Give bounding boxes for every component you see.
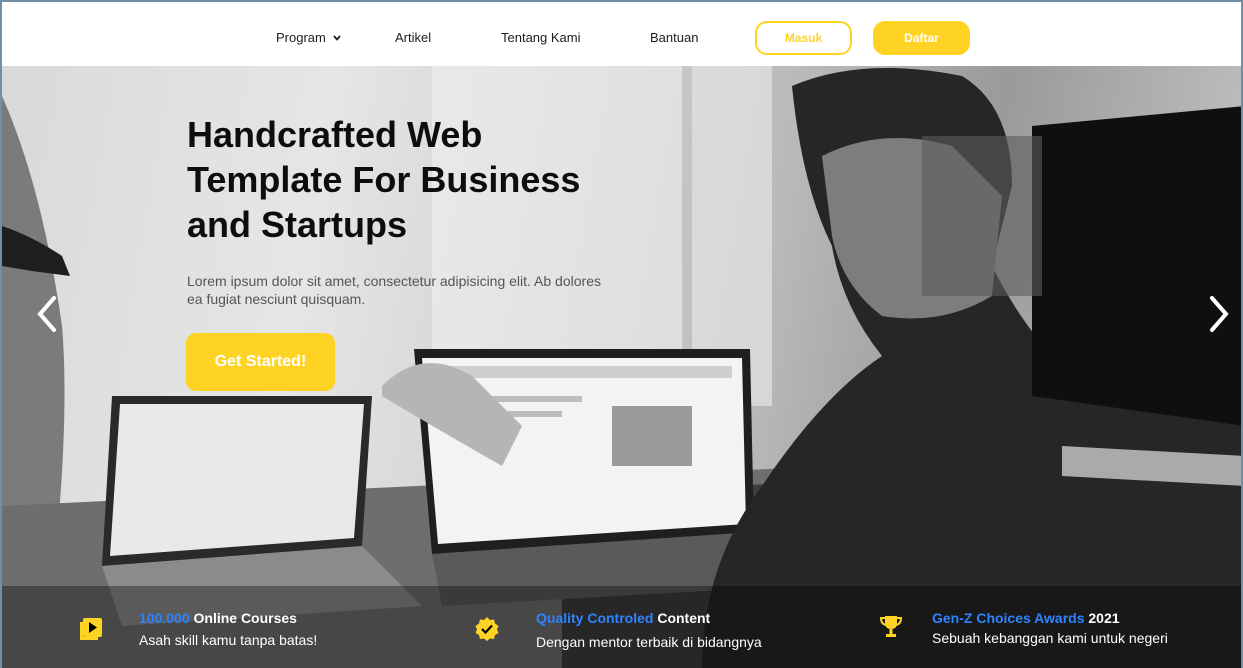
chevron-left-icon[interactable] xyxy=(34,294,60,334)
feature-title-highlight: Quality Controled xyxy=(536,610,654,626)
feature-title-rest: 2021 xyxy=(1084,610,1120,626)
get-started-button[interactable]: Get Started! xyxy=(186,333,335,391)
feature-title: 100.000 Online Courses xyxy=(139,609,297,627)
chevron-right-icon[interactable] xyxy=(1206,294,1232,334)
feature-description: Dengan mentor terbaik di bidangnya xyxy=(536,634,762,650)
feature-title-highlight: Gen-Z Choices Awards xyxy=(932,610,1085,626)
feature-title: Gen-Z Choices Awards 2021 xyxy=(932,609,1120,627)
feature-title: Quality Controled Content xyxy=(536,609,710,627)
trophy-icon xyxy=(879,616,903,637)
hero-title: Handcrafted Web Template For Business an… xyxy=(187,114,581,245)
navbar: Program Artikel Tentang Kami Bantuan Mas… xyxy=(0,0,1243,66)
register-button[interactable]: Daftar xyxy=(873,21,970,55)
feature-title-rest: Content xyxy=(653,610,711,626)
nav-item-bantuan[interactable]: Bantuan xyxy=(650,30,698,46)
login-button[interactable]: Masuk xyxy=(755,21,852,55)
nav-item-program-label: Program xyxy=(276,30,326,45)
feature-title-highlight: 100.000 xyxy=(139,610,190,626)
nav-item-program[interactable]: Program xyxy=(276,30,342,46)
verified-badge-icon xyxy=(475,617,499,641)
hero-subtitle: Lorem ipsum dolor sit amet, consectetur … xyxy=(187,273,601,307)
feature-title-rest: Online Courses xyxy=(189,610,297,626)
play-video-icon xyxy=(80,618,102,640)
chevron-down-icon xyxy=(333,34,342,41)
nav-item-tentang-kami[interactable]: Tentang Kami xyxy=(501,30,581,46)
hero-carousel: Handcrafted Web Template For Business an… xyxy=(0,66,1243,668)
feature-description: Sebuah kebanggan kami untuk negeri xyxy=(932,630,1168,646)
feature-description: Asah skill kamu tanpa batas! xyxy=(139,632,318,648)
nav-item-artikel[interactable]: Artikel xyxy=(395,30,431,46)
